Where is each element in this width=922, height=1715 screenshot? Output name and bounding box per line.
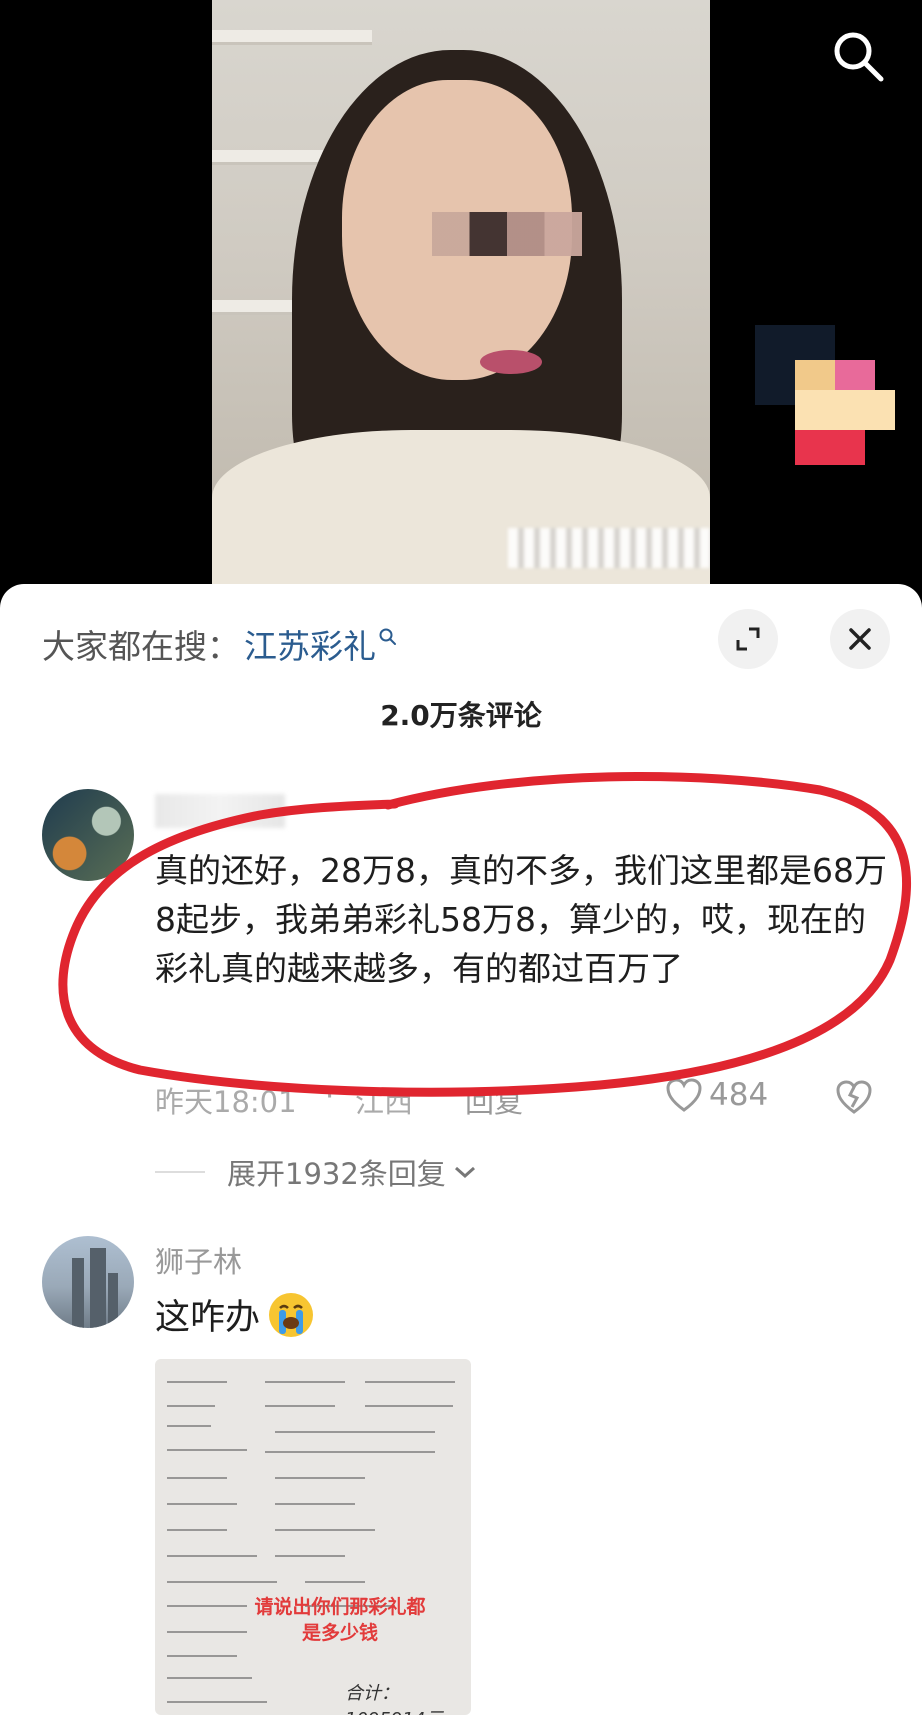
- expand-sheet-button[interactable]: [718, 609, 778, 669]
- image-total: 合计：1095914元: [345, 1683, 443, 1715]
- comment-text-content: 这咋办: [155, 1298, 261, 1338]
- comment-image[interactable]: 请说出你们那彩礼都是多少钱 合计：1095914元: [155, 1359, 471, 1715]
- close-button[interactable]: [830, 609, 890, 669]
- search-icon[interactable]: [830, 28, 886, 84]
- reply-button[interactable]: 回复: [465, 1079, 523, 1121]
- video-player[interactable]: [0, 0, 922, 600]
- blurred-watermark: [508, 528, 710, 568]
- face-mosaic: [432, 212, 582, 256]
- trending-search-prefix: 大家都在搜：: [42, 627, 240, 666]
- expand-replies-label: 展开1932条回复: [227, 1157, 446, 1191]
- crying-face-icon: [269, 1292, 314, 1337]
- chevron-down-icon: [454, 1166, 475, 1179]
- avatar[interactable]: [42, 789, 134, 881]
- blurred-avatar: [755, 325, 895, 470]
- blurred-username: [155, 794, 285, 828]
- comment-username[interactable]: 狮子林: [155, 1239, 242, 1281]
- comment-count: 2.0万条评论: [380, 699, 542, 732]
- like-count: 484: [709, 1077, 769, 1113]
- broken-heart-icon: [836, 1080, 872, 1114]
- comment-meta: 昨天18:01 · 江西 回复 484: [155, 1077, 885, 1122]
- meta-separator: ·: [325, 1079, 335, 1113]
- expand-replies-button[interactable]: 展开1932条回复: [155, 1152, 478, 1192]
- trending-search-keyword[interactable]: 江苏彩礼: [244, 620, 376, 668]
- search-icon[interactable]: [378, 627, 398, 647]
- video-frame[interactable]: [212, 0, 710, 590]
- comment-sheet: 大家都在搜： 江苏彩礼 2.0万条评论 真的还好，28万8，真的不多，我们这里都…: [0, 584, 922, 1715]
- comment-text: 这咋办: [155, 1289, 316, 1340]
- trending-search-bar: 大家都在搜： 江苏彩礼: [42, 614, 398, 674]
- dislike-button[interactable]: [835, 1079, 873, 1122]
- image-caption: 请说出你们那彩礼都是多少钱: [254, 1596, 426, 1644]
- like-button[interactable]: 484: [665, 1077, 768, 1113]
- close-icon: [849, 628, 871, 650]
- expand-icon: [736, 627, 760, 651]
- comment-location: 江西: [355, 1085, 414, 1119]
- avatar[interactable]: [42, 1236, 134, 1328]
- divider: [155, 1171, 205, 1173]
- comment-text: 真的还好，28万8，真的不多，我们这里都是68万8起步，我弟弟彩礼58万8，算少…: [155, 851, 887, 988]
- heart-icon: [666, 1078, 702, 1112]
- comment-time: 昨天18:01: [155, 1085, 297, 1119]
